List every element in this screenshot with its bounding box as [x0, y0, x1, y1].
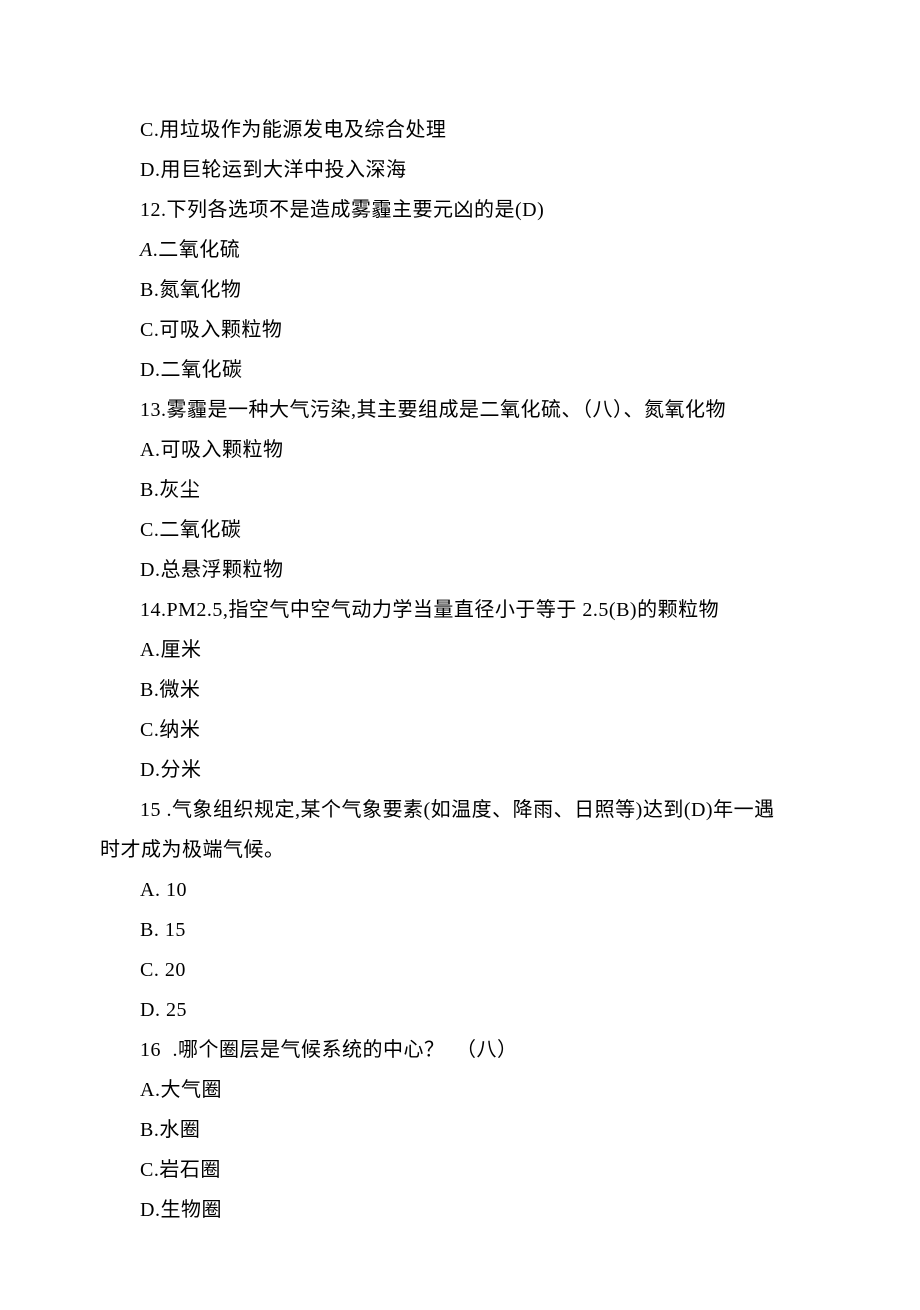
- option-line: A.二氧化硫: [90, 230, 830, 270]
- option-line: D.生物圈: [90, 1190, 830, 1230]
- option-line: A.可吸入颗粒物: [90, 430, 830, 470]
- question-line: 15 .气象组织规定,某个气象要素(如温度、降雨、日照等)达到(D)年一遇: [90, 790, 830, 830]
- document-page: C.用垃圾作为能源发电及综合处理 D.用巨轮运到大洋中投入深海 12.下列各选项…: [0, 0, 920, 1310]
- option-line: C.可吸入颗粒物: [90, 310, 830, 350]
- option-line: D. 25: [90, 990, 830, 1030]
- option-line: D.总悬浮颗粒物: [90, 550, 830, 590]
- option-text: .二氧化硫: [153, 239, 241, 261]
- italic-letter: A: [140, 239, 153, 261]
- option-line: D.分米: [90, 750, 830, 790]
- question-line: 13.雾霾是一种大气污染,其主要组成是二氧化硫、（八）、氮氧化物: [90, 390, 830, 430]
- option-line: B. 15: [90, 910, 830, 950]
- question-line-cont: 时才成为极端气候。: [90, 830, 830, 870]
- option-line: D.二氧化碳: [90, 350, 830, 390]
- option-line: C.二氧化碳: [90, 510, 830, 550]
- question-line: 12.下列各选项不是造成雾霾主要元凶的是(D): [90, 190, 830, 230]
- option-line: B.水圈: [90, 1110, 830, 1150]
- option-line: A.大气圈: [90, 1070, 830, 1110]
- question-line: 14.PM2.5,指空气中空气动力学当量直径小于等于 2.5(B)的颗粒物: [90, 590, 830, 630]
- option-line: C.岩石圈: [90, 1150, 830, 1190]
- option-line: D.用巨轮运到大洋中投入深海: [90, 150, 830, 190]
- option-line: B.微米: [90, 670, 830, 710]
- option-line: C. 20: [90, 950, 830, 990]
- option-line: A. 10: [90, 870, 830, 910]
- option-line: B.灰尘: [90, 470, 830, 510]
- question-line: 16 .哪个圈层是气候系统的中心？ （八）: [90, 1030, 830, 1070]
- option-line: C.纳米: [90, 710, 830, 750]
- option-line: A.厘米: [90, 630, 830, 670]
- option-line: C.用垃圾作为能源发电及综合处理: [90, 110, 830, 150]
- option-line: B.氮氧化物: [90, 270, 830, 310]
